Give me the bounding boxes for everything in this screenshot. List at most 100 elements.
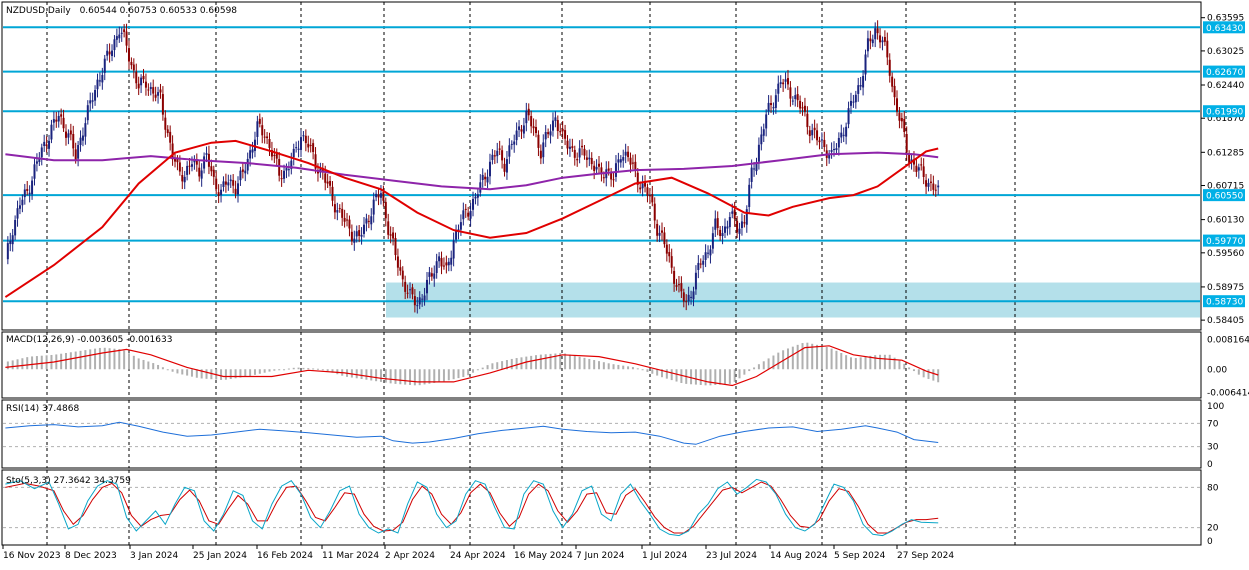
- candle-body: [239, 170, 242, 181]
- macd-histogram-bar: [728, 369, 731, 384]
- level-label: 0.61990: [1206, 108, 1243, 118]
- candle-body: [84, 123, 87, 137]
- candle-body: [120, 32, 123, 34]
- candle-body: [925, 180, 928, 187]
- candle-body: [111, 50, 114, 57]
- candle-body: [394, 237, 397, 256]
- candle-body: [508, 145, 511, 157]
- macd-histogram-bar: [171, 369, 174, 372]
- candle-body: [261, 125, 264, 136]
- candle-body: [934, 189, 937, 191]
- x-tick-label: 25 Jan 2024: [193, 551, 247, 561]
- macd-histogram-bar: [694, 369, 697, 385]
- x-tick-label: 3 Jan 2024: [130, 551, 178, 561]
- candle-body: [614, 163, 617, 177]
- candle-body: [382, 191, 385, 201]
- candle-body: [329, 180, 332, 186]
- candle-body: [721, 233, 724, 237]
- candle-body: [484, 176, 487, 180]
- candle-body: [309, 144, 312, 146]
- candle-body: [435, 261, 438, 274]
- macd-histogram-bar: [670, 369, 673, 381]
- candle-body: [98, 80, 101, 82]
- candle-body: [94, 89, 97, 101]
- macd-histogram-bar: [147, 361, 150, 370]
- candle-body: [852, 101, 855, 103]
- candle-body: [709, 249, 712, 256]
- candle-body: [593, 165, 596, 171]
- candle-body: [622, 157, 625, 161]
- candle-body: [833, 149, 836, 151]
- candle-body: [697, 262, 700, 270]
- macd-histogram-bar: [704, 369, 707, 386]
- candle-body: [627, 151, 630, 158]
- candle-body: [186, 165, 189, 175]
- candle-body: [232, 180, 235, 186]
- candle-body: [205, 153, 208, 155]
- x-tick-label: 7 Jun 2024: [576, 551, 625, 561]
- candle-body: [537, 134, 540, 148]
- x-tick-label: 5 Sep 2024: [834, 551, 886, 561]
- candle-body: [273, 154, 276, 156]
- candle-body: [576, 159, 579, 161]
- candle-body: [598, 163, 601, 167]
- macd-histogram-bar: [757, 364, 760, 370]
- candle-body: [21, 199, 24, 206]
- price-tick-label: 0.60130: [1207, 216, 1244, 226]
- candle-body: [106, 50, 109, 56]
- candle-body: [166, 129, 169, 134]
- macd-histogram-bar: [602, 362, 605, 370]
- candle-body: [123, 29, 126, 33]
- candle-body: [132, 64, 135, 71]
- candle-body: [617, 159, 620, 163]
- candle-body: [561, 128, 564, 132]
- candle-body: [418, 297, 421, 305]
- macd-histogram-bar: [418, 369, 421, 386]
- candle-body: [18, 205, 21, 209]
- candle-body: [86, 105, 89, 121]
- macd-histogram-bar: [64, 352, 67, 370]
- macd-histogram-bar: [399, 369, 402, 385]
- candle-body: [656, 223, 659, 236]
- macd-histogram-bar: [103, 347, 106, 370]
- candle-body: [595, 166, 598, 170]
- candle-body: [268, 139, 271, 148]
- candle-body: [74, 149, 77, 160]
- macd-histogram-bar: [278, 369, 281, 371]
- candle-body: [360, 234, 363, 237]
- macd-histogram-bar: [16, 359, 19, 370]
- macd-histogram-bar: [176, 369, 179, 374]
- candle-body: [767, 102, 770, 112]
- candle-body: [198, 167, 201, 177]
- candle-body: [302, 135, 305, 137]
- candle-body: [379, 193, 382, 198]
- candle-body: [312, 143, 315, 152]
- candle-body: [590, 158, 593, 165]
- chart-window: 0.008164 0.00 -0.006414 100 70 30 0 80 20 0 0.6…: [0, 0, 1249, 566]
- candle-body: [813, 127, 816, 131]
- macd-tick-label: 0.00: [1207, 365, 1227, 375]
- macd-histogram-bar: [598, 361, 601, 370]
- candle-body: [280, 178, 283, 180]
- candle-body: [72, 134, 75, 149]
- candle-body: [748, 184, 751, 207]
- candle-body: [578, 148, 581, 158]
- candle-body: [806, 113, 809, 128]
- candle-body: [326, 181, 329, 184]
- candle-body: [472, 198, 475, 210]
- macd-histogram-bar: [229, 369, 232, 380]
- candle-body: [900, 118, 903, 122]
- candle-body: [503, 163, 506, 172]
- candle-body: [67, 133, 70, 138]
- candle-body: [164, 117, 167, 130]
- candle-body: [581, 145, 584, 148]
- macd-histogram-bar: [205, 369, 208, 379]
- candle-body: [81, 135, 84, 141]
- candle-body: [750, 167, 753, 182]
- candle-body: [333, 204, 336, 213]
- macd-histogram-bar: [370, 369, 373, 381]
- candle-body: [711, 233, 714, 249]
- candle-body: [501, 150, 504, 161]
- candle-body: [229, 179, 232, 182]
- macd-histogram-bar: [835, 350, 838, 370]
